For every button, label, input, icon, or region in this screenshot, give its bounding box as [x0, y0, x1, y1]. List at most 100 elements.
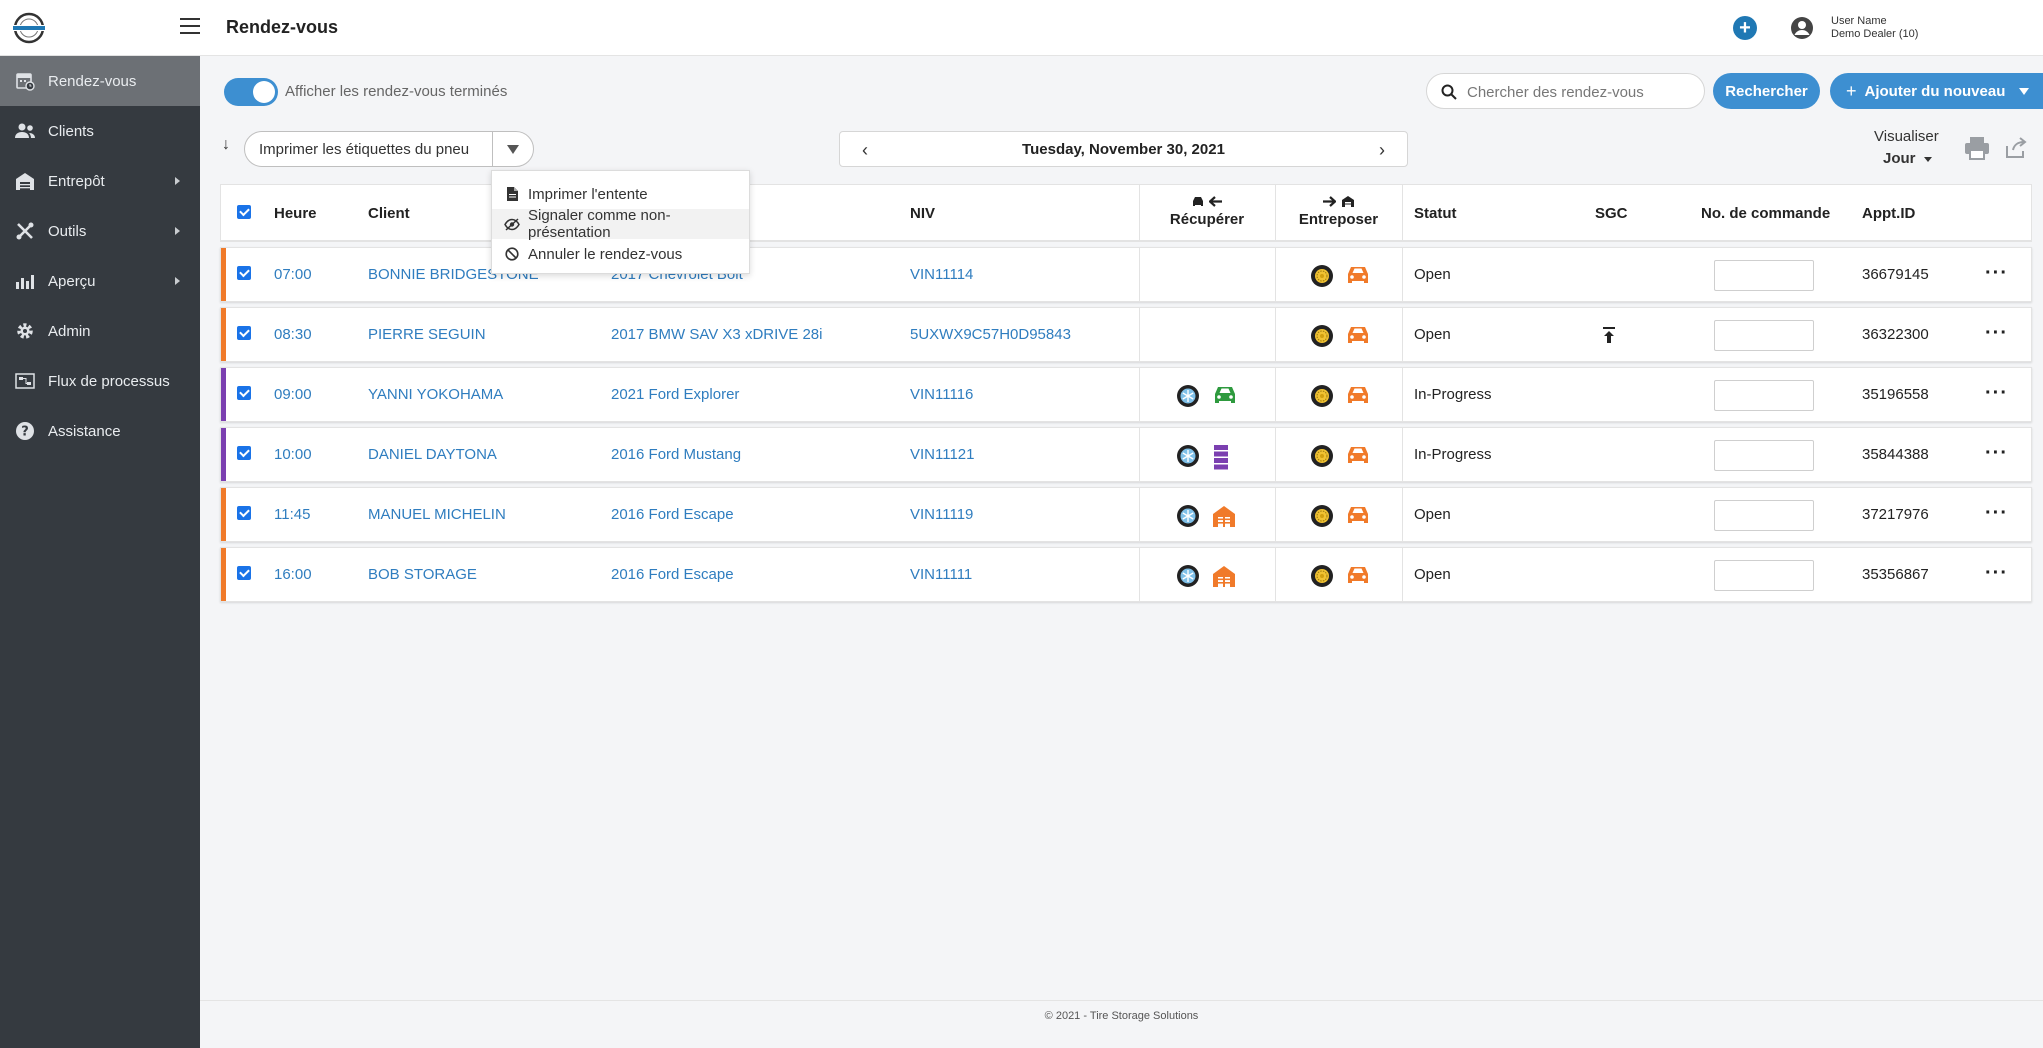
menu-no-show[interactable]: Signaler comme non-présentation [492, 207, 749, 241]
client-link[interactable]: YANNI YOKOHAMA [368, 386, 503, 403]
header-vin[interactable]: NIV [910, 205, 935, 222]
row-checkbox[interactable] [237, 266, 251, 280]
vin-link[interactable]: VIN11114 [910, 266, 973, 283]
table-row[interactable]: 11:45 MANUEL MICHELIN 2016 Ford Escape VIN1… [220, 487, 2032, 542]
table-row[interactable]: 10:00 DANIEL DAYTONA 2016 Ford Mustang VIN1… [220, 427, 2032, 482]
more-options-icon[interactable]: ··· [1985, 322, 2008, 345]
more-options-icon[interactable]: ··· [1985, 502, 2008, 525]
row-checkbox[interactable] [237, 506, 251, 520]
client-link[interactable]: PIERRE SEGUIN [368, 326, 486, 343]
user-info[interactable]: User Name Demo Dealer (10) [1831, 15, 1918, 41]
car-orange-icon [1345, 564, 1369, 588]
dropdown-toggle-icon[interactable] [507, 145, 519, 154]
add-new-button[interactable]: + Ajouter du nouveau [1830, 73, 2043, 109]
quick-add-icon[interactable]: + [1733, 16, 1757, 40]
client-link[interactable]: BOB STORAGE [368, 566, 477, 583]
search-input[interactable] [1467, 81, 1697, 103]
company-logo[interactable] [8, 12, 50, 44]
header-time[interactable]: Heure [274, 205, 317, 222]
rack-purple-icon [1212, 444, 1236, 470]
table-row[interactable]: 16:00 BOB STORAGE 2016 Ford Escape VIN11111… [220, 547, 2032, 602]
more-options-icon[interactable]: ··· [1985, 442, 2008, 465]
row-checkbox[interactable] [237, 326, 251, 340]
view-select[interactable]: Jour [1883, 150, 1932, 167]
row-checkbox[interactable] [237, 446, 251, 460]
sidebar-item-tools[interactable]: Outils [0, 206, 200, 256]
status-color-bar [221, 548, 226, 601]
upload-icon[interactable] [1602, 327, 1626, 351]
client-link[interactable]: DANIEL DAYTONA [368, 446, 497, 463]
vin-link[interactable]: VIN11111 [910, 566, 972, 583]
appt-id: 35844388 [1862, 446, 1929, 463]
table-row[interactable]: 09:00 YANNI YOKOHAMA 2021 Ford Explorer VIN… [220, 367, 2032, 422]
sidebar-item-help[interactable]: ? Assistance [0, 406, 200, 456]
show-completed-toggle[interactable] [224, 78, 278, 106]
header-order[interactable]: No. de commande [1701, 205, 1830, 222]
sort-icon[interactable]: ↓ [222, 136, 230, 154]
print-labels-split-button[interactable]: Imprimer les étiquettes du pneu [244, 131, 534, 167]
header-sgc[interactable]: SGC [1595, 205, 1628, 222]
order-number-input[interactable] [1714, 320, 1814, 351]
select-all-checkbox[interactable] [237, 205, 251, 219]
summer-tire-icon [1310, 444, 1334, 468]
order-number-input[interactable] [1714, 560, 1814, 591]
vehicle-link[interactable]: 2021 Ford Explorer [611, 386, 739, 403]
time-link[interactable]: 16:00 [274, 566, 312, 583]
more-options-icon[interactable]: ··· [1985, 382, 2008, 405]
row-checkbox[interactable] [237, 386, 251, 400]
footer: © 2021 - Tire Storage Solutions [1044, 1010, 1199, 1022]
sidebar-item-warehouse[interactable]: Entrepôt [0, 156, 200, 206]
time-link[interactable]: 11:45 [274, 506, 310, 523]
time-link[interactable]: 08:30 [274, 326, 312, 343]
sidebar-item-workflow[interactable]: Flux de processus [0, 356, 200, 406]
vehicle-link[interactable]: 2016 Ford Escape [611, 506, 734, 523]
status-text: In-Progress [1414, 446, 1492, 463]
gear-icon [14, 320, 36, 342]
header-client[interactable]: Client [368, 205, 410, 222]
status-text: Open [1414, 566, 1451, 583]
sidebar-item-gear[interactable]: Admin [0, 306, 200, 356]
client-link[interactable]: MANUEL MICHELIN [368, 506, 506, 523]
row-checkbox[interactable] [237, 566, 251, 580]
time-link[interactable]: 07:00 [274, 266, 312, 283]
sidebar-item-calendar[interactable]: Rendez-vous [0, 56, 200, 106]
vin-link[interactable]: VIN11119 [910, 506, 973, 523]
export-icon[interactable] [2004, 136, 2028, 160]
more-options-icon[interactable]: ··· [1985, 262, 2008, 285]
header-status[interactable]: Statut [1414, 205, 1457, 222]
car-orange-icon [1345, 444, 1369, 468]
more-options-icon[interactable]: ··· [1985, 562, 2008, 585]
sidebar: Rendez-vous Clients Entrepôt Outils Aperçu Ad… [0, 0, 200, 1048]
caret-down-icon [1923, 156, 1932, 162]
user-avatar-icon[interactable] [1790, 16, 1814, 40]
order-number-input[interactable] [1714, 260, 1814, 291]
time-link[interactable]: 09:00 [274, 386, 312, 403]
sidebar-item-label: Aperçu [48, 272, 96, 290]
order-number-input[interactable] [1714, 380, 1814, 411]
hamburger-menu-icon[interactable] [180, 18, 200, 34]
user-name: User Name [1831, 15, 1887, 27]
sidebar-item-users[interactable]: Clients [0, 106, 200, 156]
vehicle-link[interactable]: 2016 Ford Escape [611, 566, 734, 583]
menu-print-agreement[interactable]: Imprimer l'entente [492, 179, 749, 209]
sidebar-item-chart[interactable]: Aperçu [0, 256, 200, 306]
menu-cancel-appointment[interactable]: Annuler le rendez-vous [492, 239, 749, 269]
order-number-input[interactable] [1714, 440, 1814, 471]
vehicle-link[interactable]: 2017 BMW SAV X3 xDRIVE 28i [611, 326, 822, 343]
vin-link[interactable]: VIN11116 [910, 386, 973, 403]
printer-icon[interactable] [1964, 136, 1990, 160]
search-button[interactable]: Rechercher [1713, 73, 1820, 109]
top-header [153, 0, 2043, 56]
chevron-down-icon[interactable] [2019, 88, 2029, 95]
summer-tire-icon [1310, 564, 1334, 588]
table-row[interactable]: 08:30 PIERRE SEGUIN 2017 BMW SAV X3 xDRIVE… [220, 307, 2032, 362]
status-text: Open [1414, 506, 1451, 523]
header-appt-id[interactable]: Appt.ID [1862, 205, 1915, 222]
next-day-icon[interactable]: › [1379, 140, 1385, 161]
vehicle-link[interactable]: 2016 Ford Mustang [611, 446, 741, 463]
car-icon [1192, 197, 1203, 206]
order-number-input[interactable] [1714, 500, 1814, 531]
time-link[interactable]: 10:00 [274, 446, 312, 463]
vin-link[interactable]: VIN11121 [910, 446, 975, 463]
vin-link[interactable]: 5UXWX9C57H0D95843 [910, 326, 1071, 343]
